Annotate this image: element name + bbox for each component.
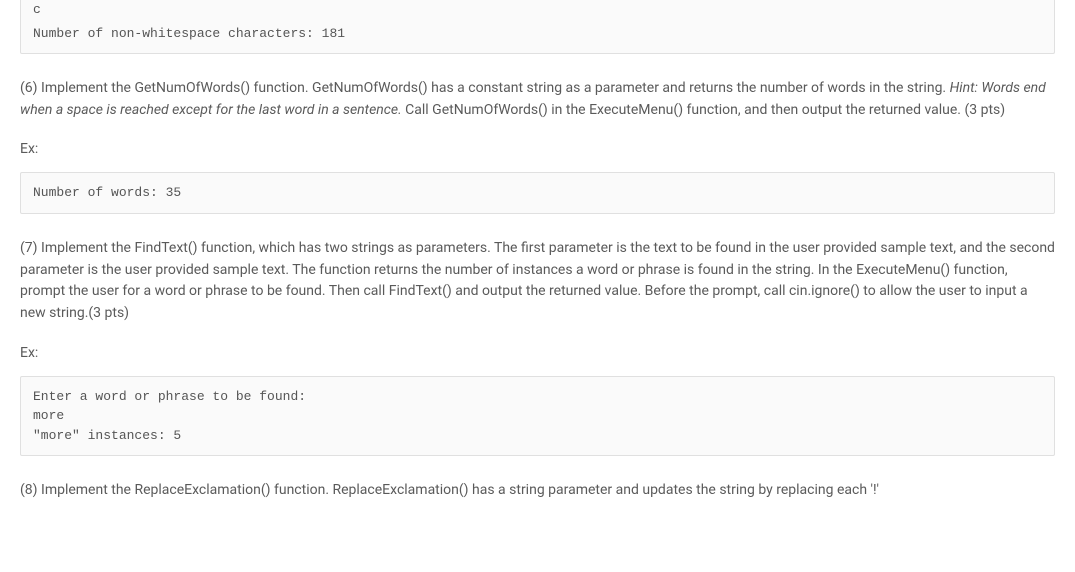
paragraph-step-6: (6) Implement the GetNumOfWords() functi… — [20, 78, 1055, 121]
code-block-findtext: Enter a word or phrase to be found: more… — [20, 376, 1055, 457]
content-area: Number of non-whitespace characters: 181… — [0, 24, 1075, 540]
code-fragment-c-line: c — [20, 0, 1055, 24]
para6-text-2: Call GetNumOfWords() in the ExecuteMenu(… — [402, 102, 1005, 118]
paragraph-step-8: (8) Implement the ReplaceExclamation() f… — [20, 480, 1055, 502]
code-block-words: Number of words: 35 — [20, 172, 1055, 214]
para6-text-1: (6) Implement the GetNumOfWords() functi… — [20, 80, 950, 96]
paragraph-step-7: (7) Implement the FindText() function, w… — [20, 238, 1055, 325]
example-label-1: Ex: — [20, 139, 1055, 160]
code-block-nonwhitespace: Number of non-whitespace characters: 181 — [20, 24, 1055, 55]
example-label-2: Ex: — [20, 343, 1055, 364]
